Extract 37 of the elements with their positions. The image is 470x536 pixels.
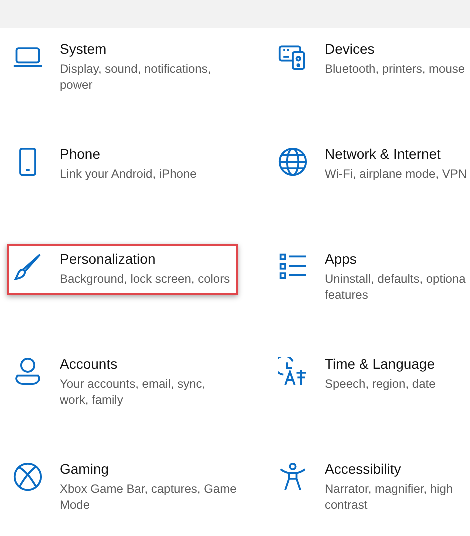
category-title: Accounts — [60, 355, 118, 373]
globe-icon — [278, 147, 308, 177]
category-description: Uninstall, defaults, optiona features — [325, 271, 466, 303]
settings-category[interactable]: System Display, sound, notifications, power — [7, 34, 220, 101]
category-title: System — [60, 40, 107, 58]
settings-category[interactable]: Personalization Background, lock screen, colors — [7, 244, 238, 295]
settings-category[interactable]: Gaming Xbox Game Bar, captures, Game Mode — [7, 454, 245, 521]
settings-category[interactable]: Phone Link your Android, iPhone — [7, 139, 205, 190]
category-description: Background, lock screen, colors — [60, 271, 230, 287]
clock-language-icon — [278, 357, 308, 387]
person-figure-icon — [278, 462, 308, 492]
category-description: Bluetooth, printers, mouse — [325, 61, 466, 77]
brush-icon — [13, 252, 43, 282]
category-description: Xbox Game Bar, captures, Game Mode — [60, 481, 237, 513]
settings-category[interactable]: Network & Internet Wi-Fi, airplane mode, VPN — [272, 139, 470, 190]
category-title: Time & Language — [325, 355, 435, 373]
category-title: Gaming — [60, 460, 110, 478]
category-title: Apps — [325, 250, 357, 268]
list-icon — [278, 252, 308, 282]
settings-category[interactable]: Time & Language Speech, region, date — [272, 349, 444, 400]
category-description: Narrator, magnifier, high contrast — [325, 481, 454, 513]
category-description: Link your Android, iPhone — [60, 166, 197, 182]
xbox-icon — [13, 462, 43, 492]
category-title: Accessibility — [325, 460, 402, 478]
category-description: Speech, region, date — [325, 376, 436, 392]
category-description: Wi-Fi, airplane mode, VPN — [325, 166, 468, 182]
settings-category[interactable]: Accounts Your accounts, email, sync, work, family — [7, 349, 214, 416]
category-title: Network & Internet — [325, 145, 441, 163]
person-icon — [13, 357, 43, 387]
settings-category[interactable]: Accessibility Narrator, magnifier, high contrast — [272, 454, 462, 521]
category-title: Devices — [325, 40, 375, 58]
category-description: Your accounts, email, sync, work, family — [60, 376, 206, 408]
category-title: Phone — [60, 145, 100, 163]
settings-category[interactable]: Apps Uninstall, defaults, optiona features — [272, 244, 470, 311]
settings-category[interactable]: Devices Bluetooth, printers, mouse — [272, 34, 470, 85]
category-title: Personalization — [60, 250, 156, 268]
category-description: Display, sound, notifications, power — [60, 61, 212, 93]
